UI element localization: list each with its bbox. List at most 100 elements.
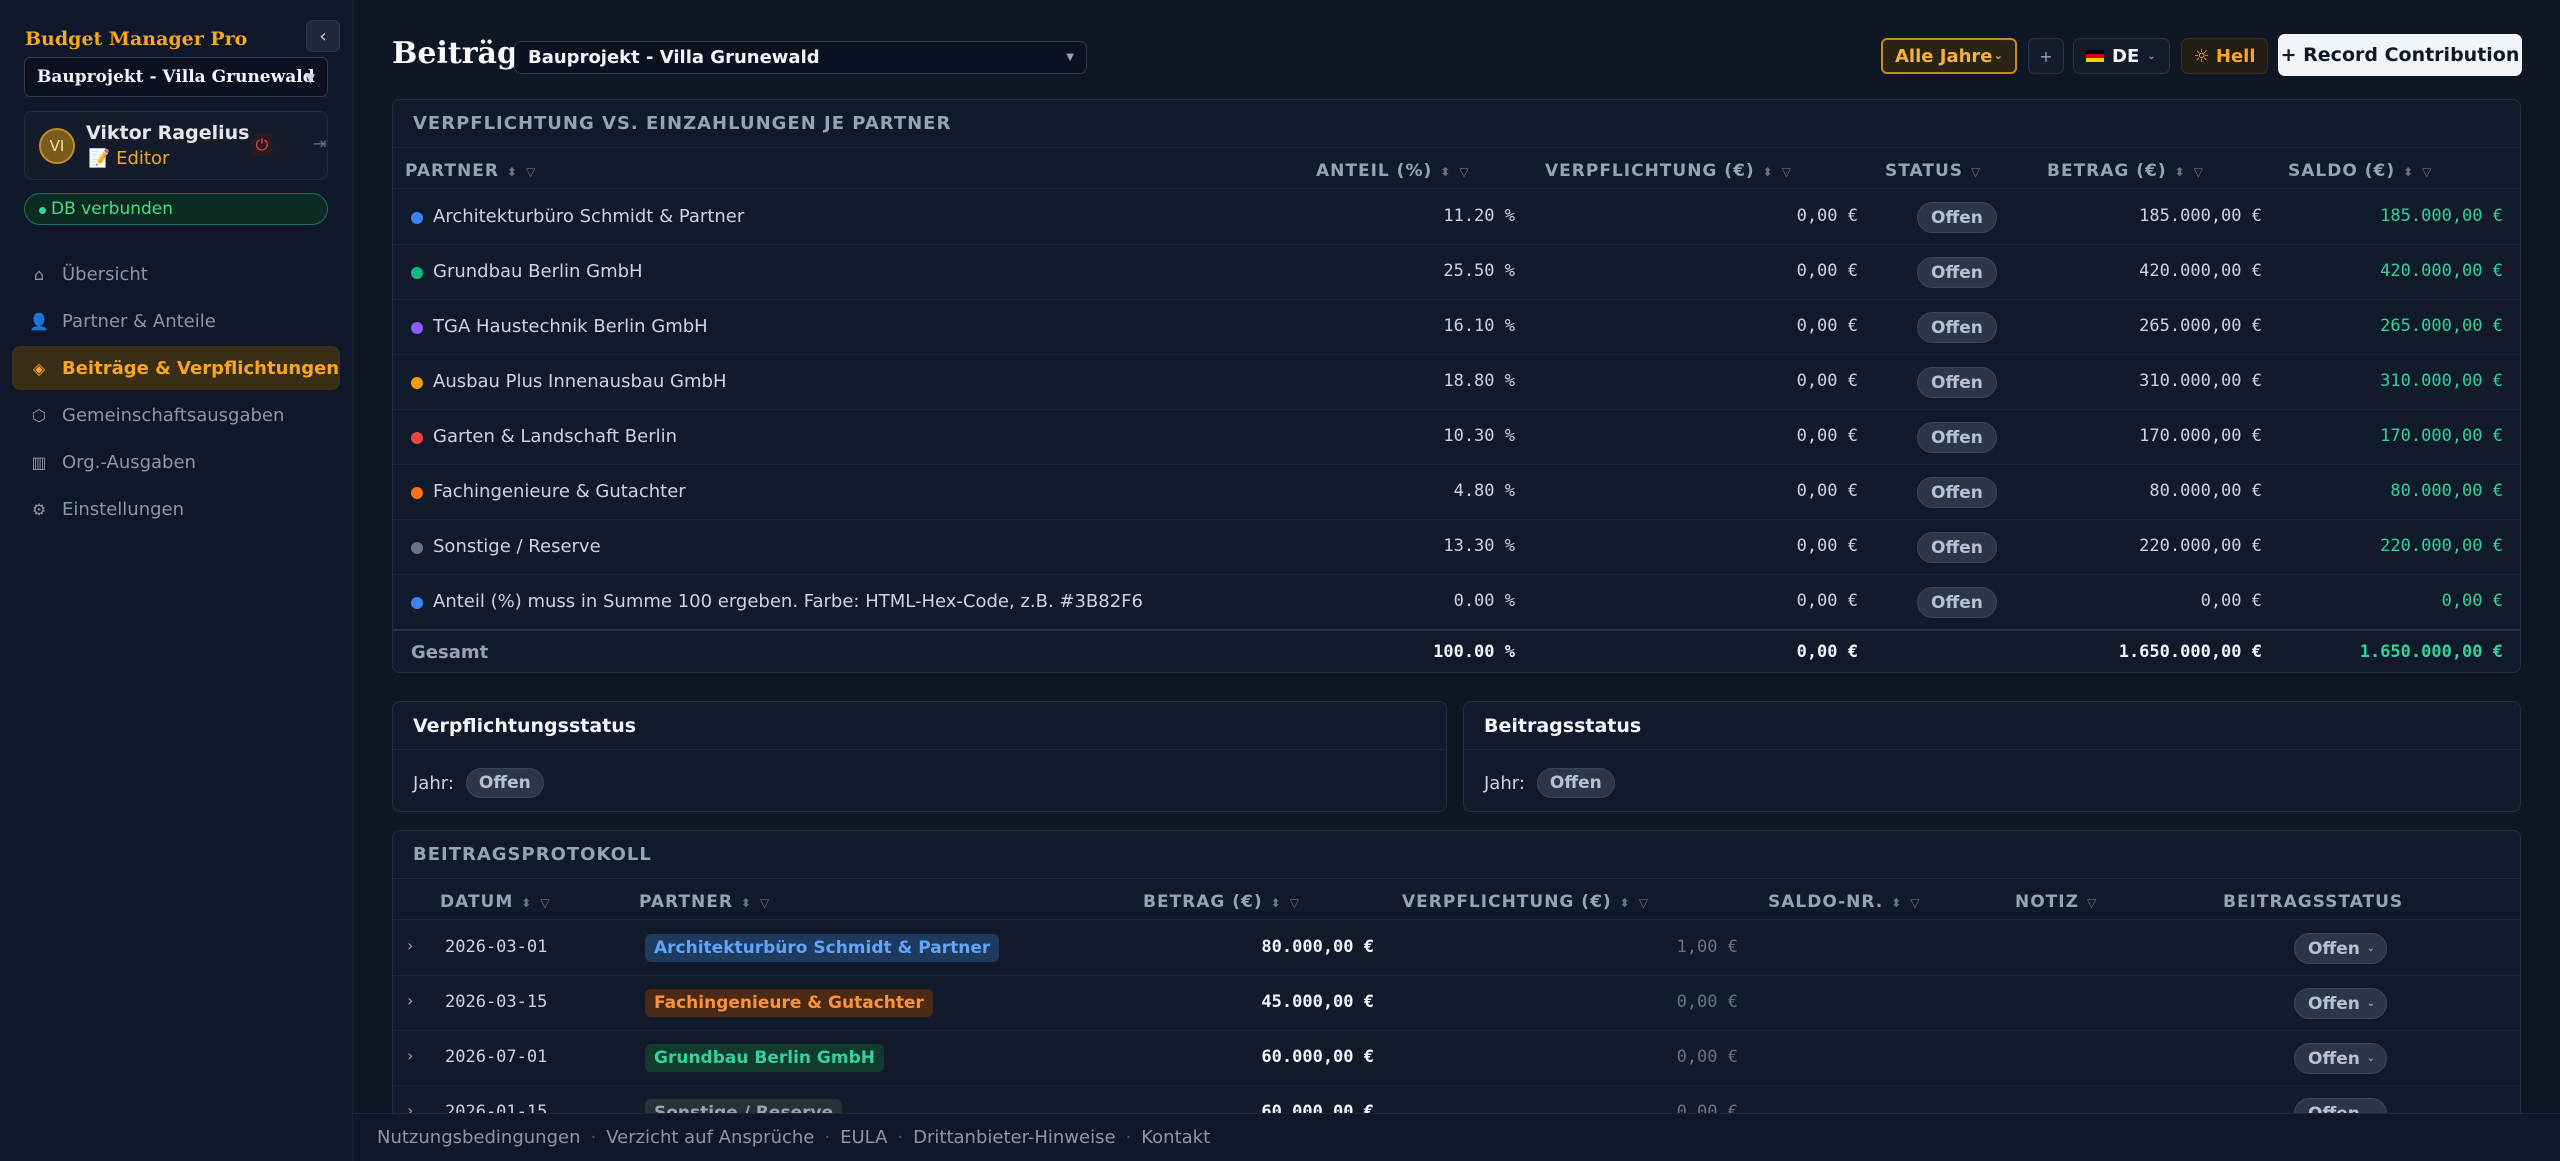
- column-header-status[interactable]: STATUS ▽: [1885, 161, 1981, 181]
- project-select[interactable]: Bauprojekt - Villa Grunewald ▼: [24, 57, 328, 97]
- avatar: VI: [39, 128, 75, 164]
- partner-color-dot: [411, 212, 423, 224]
- sidebar-item-contributions[interactable]: ◈ Beiträge & Verpflichtungen: [12, 346, 340, 390]
- sidebar-item-overview[interactable]: ⌂ Übersicht: [12, 252, 340, 296]
- commitment-cell: 0,00 €: [1796, 261, 1858, 281]
- status-badge: Offen: [1917, 422, 1997, 453]
- footer-link[interactable]: Drittanbieter-Hinweise: [913, 1127, 1115, 1148]
- filter-icon: ▽: [1971, 165, 1982, 179]
- table-row[interactable]: Grundbau Berlin GmbH 25.50 % 0,00 € Offen 42…: [393, 245, 2520, 300]
- record-contribution-button[interactable]: + Record Contribution: [2278, 34, 2522, 76]
- commitment-cell: 0,00 €: [1796, 206, 1858, 226]
- sidebar-item-partners[interactable]: 👤 Partner & Anteile: [12, 299, 340, 343]
- column-header-amount[interactable]: BETRAG (€) ⬍ ▽: [1143, 892, 1300, 912]
- filter-icon: ▽: [759, 896, 771, 910]
- column-header-partner[interactable]: PARTNER ⬍ ▽: [405, 161, 536, 181]
- status-badge[interactable]: Offen: [1536, 768, 1615, 798]
- column-header-partner[interactable]: PARTNER ⬍ ▽: [639, 892, 770, 912]
- footer-link[interactable]: Kontakt: [1141, 1127, 1210, 1148]
- filter-icon: ▽: [1638, 896, 1649, 910]
- contribution-status-panel: Beitragsstatus Jahr: Offen: [1463, 701, 2521, 812]
- table-row[interactable]: Anteil (%) muss in Summe 100 ergeben. Fa…: [393, 575, 2520, 630]
- sidebar-item-shared-expenses[interactable]: ⬡ Gemeinschaftsausgaben: [12, 393, 340, 437]
- table-row[interactable]: Ausbau Plus Innenausbau GmbH 18.80 % 0,00 …: [393, 355, 2520, 410]
- table-row[interactable]: Sonstige / Reserve 13.30 % 0,00 € Offen 220.…: [393, 520, 2520, 575]
- sidebar-item-label: Übersicht: [62, 263, 148, 285]
- table-row[interactable]: › 2026-03-01 Architekturbüro Schmidt & Par…: [393, 921, 2520, 976]
- partner-name: Architekturbüro Schmidt & Partner: [433, 206, 745, 227]
- column-header-share[interactable]: ANTEIL (%) ⬍ ▽: [1316, 161, 1470, 181]
- table-row[interactable]: › 2026-07-01 Grundbau Berlin GmbH 60.000,00…: [393, 1031, 2520, 1086]
- total-label: Gesamt: [411, 642, 489, 663]
- theme-toggle-button[interactable]: ☼ Hell: [2181, 38, 2268, 74]
- footer-link[interactable]: Verzicht auf Ansprüche: [606, 1127, 814, 1148]
- column-header-amount[interactable]: BETRAG (€) ⬍ ▽: [2047, 161, 2204, 181]
- sidebar-nav: ⌂ Übersicht 👤 Partner & Anteile ◈ Beiträge …: [12, 252, 340, 534]
- german-flag-icon: [2086, 50, 2104, 62]
- column-header-balance-no[interactable]: SALDO-NR. ⬍ ▽: [1768, 892, 1921, 912]
- amount-cell: 170.000,00 €: [2139, 426, 2262, 446]
- commitment-status-panel: Verpflichtungsstatus Jahr: Offen: [392, 701, 1447, 812]
- sort-icon: ⬍: [2403, 165, 2415, 179]
- collapse-sidebar-button[interactable]: ‹: [306, 20, 340, 52]
- sidebar-item-org-expenses[interactable]: ▥ Org.-Ausgaben: [12, 440, 340, 484]
- users-icon: 👤: [29, 311, 49, 331]
- language-select[interactable]: DE ⌄: [2073, 38, 2170, 74]
- layers-icon: ◈: [32, 358, 46, 378]
- status-badge[interactable]: Offen: [465, 768, 544, 798]
- balance-cell: 420.000,00 €: [2380, 261, 2503, 281]
- total-balance: 1.650.000,00 €: [2359, 642, 2503, 662]
- footer-link[interactable]: EULA: [840, 1127, 887, 1148]
- partner-name: Grundbau Berlin GmbH: [433, 261, 643, 282]
- header-project-value: Bauprojekt - Villa Grunewald: [528, 47, 820, 68]
- sort-icon: ⬍: [2174, 165, 2186, 179]
- status-badge: Offen: [1917, 202, 1997, 233]
- partner-color-dot: [411, 267, 423, 279]
- filter-icon: ▽: [2422, 165, 2433, 179]
- amount-cell: 310.000,00 €: [2139, 371, 2262, 391]
- column-header-commitment[interactable]: VERPFLICHTUNG (€) ⬍ ▽: [1545, 161, 1792, 181]
- table-row[interactable]: › 2026-03-15 Fachingenieure & Gutachter 45.…: [393, 976, 2520, 1031]
- header-project-select[interactable]: Bauprojekt - Villa Grunewald ▼: [514, 41, 1087, 74]
- db-status-badge: DB verbunden: [24, 193, 328, 225]
- column-header-contribution-status[interactable]: BEITRAGSSTATUS: [2223, 892, 2403, 912]
- filter-icon: ▽: [1459, 165, 1470, 179]
- footer-link[interactable]: Nutzungsbedingungen: [377, 1127, 580, 1148]
- add-year-button[interactable]: +: [2028, 38, 2064, 74]
- user-role: 📝 Editor: [88, 148, 170, 169]
- logout-icon[interactable]: ⇥: [313, 134, 326, 153]
- caret-down-icon: ▼: [305, 71, 315, 85]
- table-row[interactable]: Fachingenieure & Gutachter 4.80 % 0,00 € Of…: [393, 465, 2520, 520]
- contribution-status-select[interactable]: Offen ⌄: [2294, 933, 2387, 964]
- partner-name: Anteil (%) muss in Summe 100 ergeben. Fa…: [433, 591, 1143, 612]
- table-title: BEITRAGSPROTOKOLL: [393, 831, 2520, 879]
- share-cell: 11.20 %: [1443, 206, 1515, 226]
- sidebar-item-label: Einstellungen: [62, 498, 185, 520]
- main-content: Beiträge Bauprojekt - Villa Grunewald ▼ …: [353, 0, 2560, 1161]
- footer: Nutzungsbedingungen · Verzicht auf Ansprüc…: [353, 1113, 2560, 1161]
- partner-color-dot: [411, 542, 423, 554]
- sidebar-item-settings[interactable]: ⚙ Einstellungen: [12, 487, 340, 531]
- commitment-cell: 1,00 €: [1676, 937, 1738, 957]
- table-row[interactable]: Architekturbüro Schmidt & Partner 11.20 %…: [393, 190, 2520, 245]
- contribution-status-select[interactable]: Offen ⌄: [2294, 988, 2387, 1019]
- partner-color-dot: [411, 432, 423, 444]
- filter-icon: ▽: [540, 896, 551, 910]
- column-header-date[interactable]: DATUM ⬍ ▽: [440, 892, 551, 912]
- panel-title: Beitragsstatus: [1464, 702, 2520, 750]
- partner-name: Ausbau Plus Innenausbau GmbH: [433, 371, 727, 392]
- filter-icon: ▽: [525, 165, 537, 179]
- contribution-status-select[interactable]: Offen ⌄: [2294, 1043, 2387, 1074]
- hexagon-icon: ⬡: [32, 405, 46, 425]
- sort-icon: ⬍: [506, 165, 518, 179]
- column-header-commitment[interactable]: VERPFLICHTUNG (€) ⬍ ▽: [1402, 892, 1649, 912]
- column-header-balance[interactable]: SALDO (€) ⬍ ▽: [2288, 161, 2432, 181]
- filter-icon: ▽: [2193, 165, 2204, 179]
- table-row[interactable]: Garten & Landschaft Berlin 10.30 % 0,00 € O…: [393, 410, 2520, 465]
- power-icon[interactable]: ⏻: [251, 134, 273, 156]
- amount-cell: 420.000,00 €: [2139, 261, 2262, 281]
- table-row[interactable]: TGA Haustechnik Berlin GmbH 16.10 % 0,00 €…: [393, 300, 2520, 355]
- share-cell: 18.80 %: [1443, 371, 1515, 391]
- year-select[interactable]: Alle Jahre ⌄: [1881, 38, 2017, 74]
- column-header-note[interactable]: NOTIZ ▽: [2015, 892, 2097, 912]
